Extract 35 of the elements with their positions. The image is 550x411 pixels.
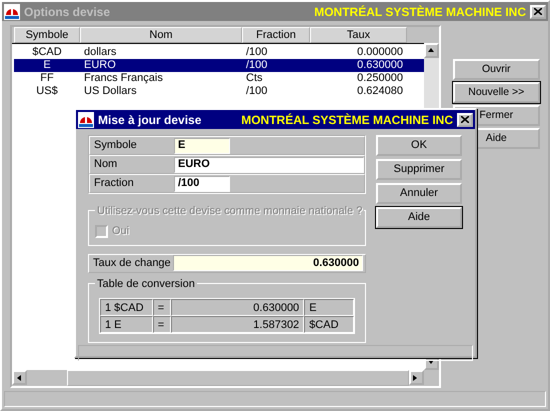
dialog-button[interactable]: Supprimer bbox=[376, 159, 462, 180]
column-header[interactable]: Nom bbox=[80, 27, 242, 43]
table-row[interactable]: $CAD dollars /100 0.000000 bbox=[14, 46, 424, 59]
table-cell: $CAD bbox=[304, 316, 354, 332]
field-label: Fraction bbox=[93, 176, 135, 192]
brand-title: MONTRÉAL SYSTÈME MACHINE INC bbox=[241, 112, 453, 128]
column-header[interactable]: Symbole bbox=[14, 27, 80, 43]
input-field[interactable]: EURO bbox=[174, 156, 364, 172]
field-label: Nom bbox=[93, 157, 118, 172]
table-cell: 1 E bbox=[100, 316, 153, 332]
dialog-button[interactable]: Aide bbox=[376, 207, 462, 228]
table-row[interactable]: FF Francs Français Cts 0.250000 bbox=[14, 72, 424, 85]
column-header[interactable]: Fraction bbox=[242, 27, 310, 43]
field-label: Taux de change bbox=[92, 256, 172, 271]
table-cell: = bbox=[152, 316, 171, 332]
table-cell: 1.587302 bbox=[170, 316, 304, 332]
table-row[interactable]: E EURO /100 0.630000 bbox=[14, 59, 424, 72]
input-field[interactable]: 0.630000 bbox=[173, 255, 363, 271]
table-cell: = bbox=[152, 298, 171, 316]
dialog-button[interactable]: OK bbox=[376, 135, 462, 156]
table-cell: 0.630000 bbox=[170, 298, 304, 316]
dialog-button[interactable]: Annuler bbox=[376, 183, 462, 204]
window-title: Mise à jour devise bbox=[98, 112, 202, 128]
table-cell: 1 $CAD bbox=[100, 298, 153, 316]
brand-title: MONTRÉAL SYSTÈME MACHINE INC bbox=[314, 4, 526, 20]
input-field[interactable]: /100 bbox=[174, 176, 230, 192]
field-label: Symbole bbox=[93, 138, 138, 154]
window-button[interactable]: Ouvrir bbox=[452, 59, 540, 80]
window-title: Options devise bbox=[24, 4, 110, 20]
window-button[interactable]: Nouvelle >> bbox=[452, 82, 540, 103]
column-header[interactable]: Taux bbox=[310, 27, 407, 43]
table-cell: E bbox=[304, 298, 354, 316]
input-field[interactable]: E bbox=[174, 138, 230, 154]
table-row[interactable]: US$ US Dollars /100 0.624080 bbox=[14, 85, 424, 98]
checkbox: Oui bbox=[95, 223, 359, 240]
